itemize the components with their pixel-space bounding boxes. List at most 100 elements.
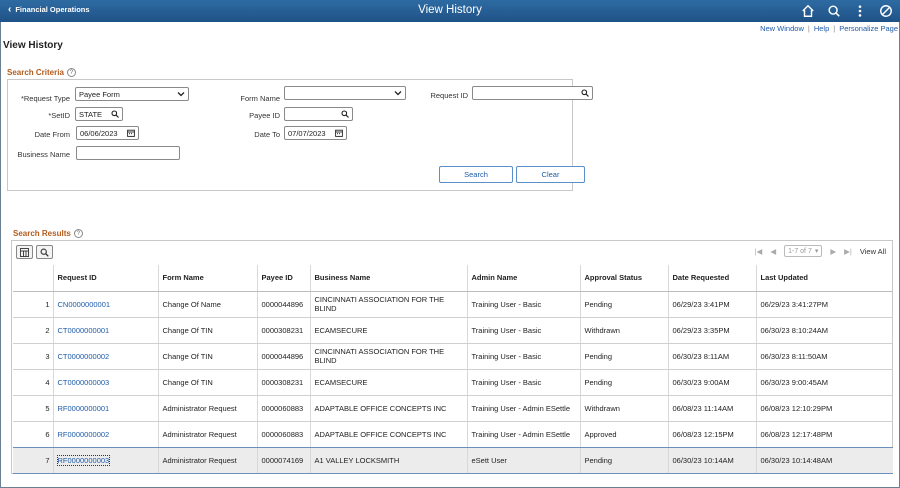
date-to-input[interactable]: 07/07/2023 (284, 126, 347, 140)
help-icon[interactable]: ? (73, 229, 83, 238)
date-from-value: 06/06/2023 (80, 129, 118, 138)
view-all-link[interactable]: View All (860, 247, 886, 256)
grid-pager: |◀ ◀ 1-7 of 7 ▾ ▶ ▶| View All (755, 245, 886, 257)
column-header-approval-status[interactable]: Approval Status (579, 265, 668, 292)
request-id-link[interactable]: CT0000000002 (58, 352, 110, 361)
request-id-link[interactable]: RF0000000003 (56, 454, 111, 466)
row-number: 6 (13, 421, 53, 448)
setid-label: *SetID (48, 111, 70, 120)
column-header-business-name[interactable]: Business Name (309, 265, 467, 292)
column-header (13, 265, 53, 292)
date-from-input[interactable]: 06/06/2023 (76, 126, 139, 140)
business-name-cell: ADAPTABLE OFFICE CONCEPTS INC (309, 421, 467, 448)
calendar-icon[interactable] (127, 129, 135, 139)
request-id-link[interactable]: CN0000000001 (58, 300, 111, 309)
request-id-input[interactable] (472, 86, 593, 100)
search-icon[interactable] (826, 3, 842, 19)
form-name-select[interactable] (284, 86, 406, 100)
approval-status-cell: Withdrawn (579, 317, 668, 344)
new-window-link[interactable]: New Window (760, 24, 804, 33)
approval-status-cell: Approved (579, 421, 668, 448)
column-header-form-name[interactable]: Form Name (157, 265, 257, 292)
request-id-link[interactable]: RF0000000001 (58, 404, 110, 413)
payee-id-cell: 0000308231 (256, 317, 310, 344)
date-requested-cell: 06/30/23 8:11AM (667, 343, 756, 370)
page-title: View History (3, 40, 63, 51)
lookup-search-icon[interactable] (581, 89, 589, 99)
table-row-selected: 7 RF0000000003 Administrator Request 000… (13, 446, 893, 474)
column-header-payee-id[interactable]: Payee ID (256, 265, 310, 292)
last-updated-cell: 06/30/23 10:14:48AM (755, 446, 893, 474)
personalize-page-link[interactable]: Personalize Page (839, 24, 898, 33)
actions-menu-icon[interactable] (852, 3, 868, 19)
last-updated-cell: 06/29/23 3:41:27PM (755, 291, 893, 318)
request-type-value: Payee Form (79, 90, 120, 99)
personalize-grid-icon[interactable] (16, 245, 33, 259)
find-in-grid-icon[interactable] (36, 245, 53, 259)
date-requested-cell: 06/29/23 3:41PM (667, 291, 756, 318)
search-results-grid: |◀ ◀ 1-7 of 7 ▾ ▶ ▶| View All Request ID… (11, 240, 893, 474)
search-criteria-heading: Search Criteria ? (7, 68, 76, 77)
last-page-icon[interactable]: ▶| (844, 247, 852, 256)
request-type-label: *Request Type (20, 94, 70, 103)
help-link[interactable]: Help (814, 24, 829, 33)
payee-id-cell: 0000060883 (256, 421, 310, 448)
business-name-label: Business Name (17, 150, 70, 159)
column-header-last-updated[interactable]: Last Updated (755, 265, 893, 292)
form-name-cell: Change Of TIN (157, 317, 257, 344)
lookup-search-icon[interactable] (111, 110, 119, 120)
navbar-icon[interactable] (878, 3, 894, 19)
admin-name-cell: Training User - Basic (466, 369, 580, 396)
help-icon[interactable]: ? (66, 68, 76, 77)
admin-name-cell: Training User - Admin ESettle (466, 395, 580, 422)
payee-id-cell: 0000308231 (256, 369, 310, 396)
payee-id-cell: 0000060883 (256, 395, 310, 422)
payee-id-input[interactable] (284, 107, 353, 121)
request-id-link[interactable]: RF0000000002 (58, 430, 110, 439)
request-type-select[interactable]: Payee Form (75, 87, 189, 101)
date-requested-cell: 06/08/23 12:15PM (667, 421, 756, 448)
clear-button[interactable]: Clear (516, 166, 585, 183)
row-number: 5 (13, 395, 53, 422)
header-title: View History (418, 4, 482, 16)
last-updated-cell: 06/08/23 12:17:48PM (755, 421, 893, 448)
column-header-admin-name[interactable]: Admin Name (466, 265, 580, 292)
form-name-cell: Change Of TIN (157, 369, 257, 396)
approval-status-cell: Pending (579, 291, 668, 318)
request-id-link[interactable]: CT0000000003 (58, 378, 110, 387)
table-row: 1 CN0000000001 Change Of Name 0000044896… (13, 291, 893, 318)
setid-input[interactable]: STATE (75, 107, 123, 121)
form-name-label: Form Name (240, 94, 280, 103)
date-requested-cell: 06/30/23 10:14AM (667, 446, 756, 474)
business-name-input[interactable] (76, 146, 180, 160)
row-number: 1 (13, 291, 53, 318)
lookup-search-icon[interactable] (341, 110, 349, 120)
date-to-value: 07/07/2023 (288, 129, 326, 138)
results-table: Request ID Form Name Payee ID Business N… (13, 265, 893, 474)
first-page-icon[interactable]: |◀ (755, 247, 763, 256)
business-name-cell: CINCINNATI ASSOCIATION FOR THE BLIND (309, 343, 467, 370)
row-number: 7 (13, 446, 53, 474)
row-range-select[interactable]: 1-7 of 7 ▾ (784, 245, 823, 257)
next-page-icon[interactable]: ▶ (830, 247, 836, 256)
business-name-cell: ECAMSECURE (309, 317, 467, 344)
calendar-icon[interactable] (335, 129, 343, 139)
search-results-label: Search Results (13, 229, 71, 238)
admin-name-cell: Training User - Admin ESettle (466, 421, 580, 448)
row-number: 2 (13, 317, 53, 344)
column-header-date-requested[interactable]: Date Requested (667, 265, 756, 292)
table-row: 5 RF0000000001 Administrator Request 000… (13, 395, 893, 422)
form-name-cell: Change Of Name (157, 291, 257, 318)
request-id-link[interactable]: CT0000000001 (58, 326, 110, 335)
date-requested-cell: 06/30/23 9:00AM (667, 369, 756, 396)
home-icon[interactable] (800, 3, 816, 19)
form-name-cell: Administrator Request (157, 395, 257, 422)
search-button[interactable]: Search (439, 166, 513, 183)
previous-page-icon[interactable]: ◀ (770, 247, 776, 256)
last-updated-cell: 06/30/23 9:00:45AM (755, 369, 893, 396)
row-number: 3 (13, 343, 53, 370)
chevron-down-icon (177, 90, 185, 100)
date-to-label: Date To (254, 130, 280, 139)
column-header-request-id[interactable]: Request ID (52, 265, 158, 292)
business-name-cell: CINCINNATI ASSOCIATION FOR THE BLIND (309, 291, 467, 318)
